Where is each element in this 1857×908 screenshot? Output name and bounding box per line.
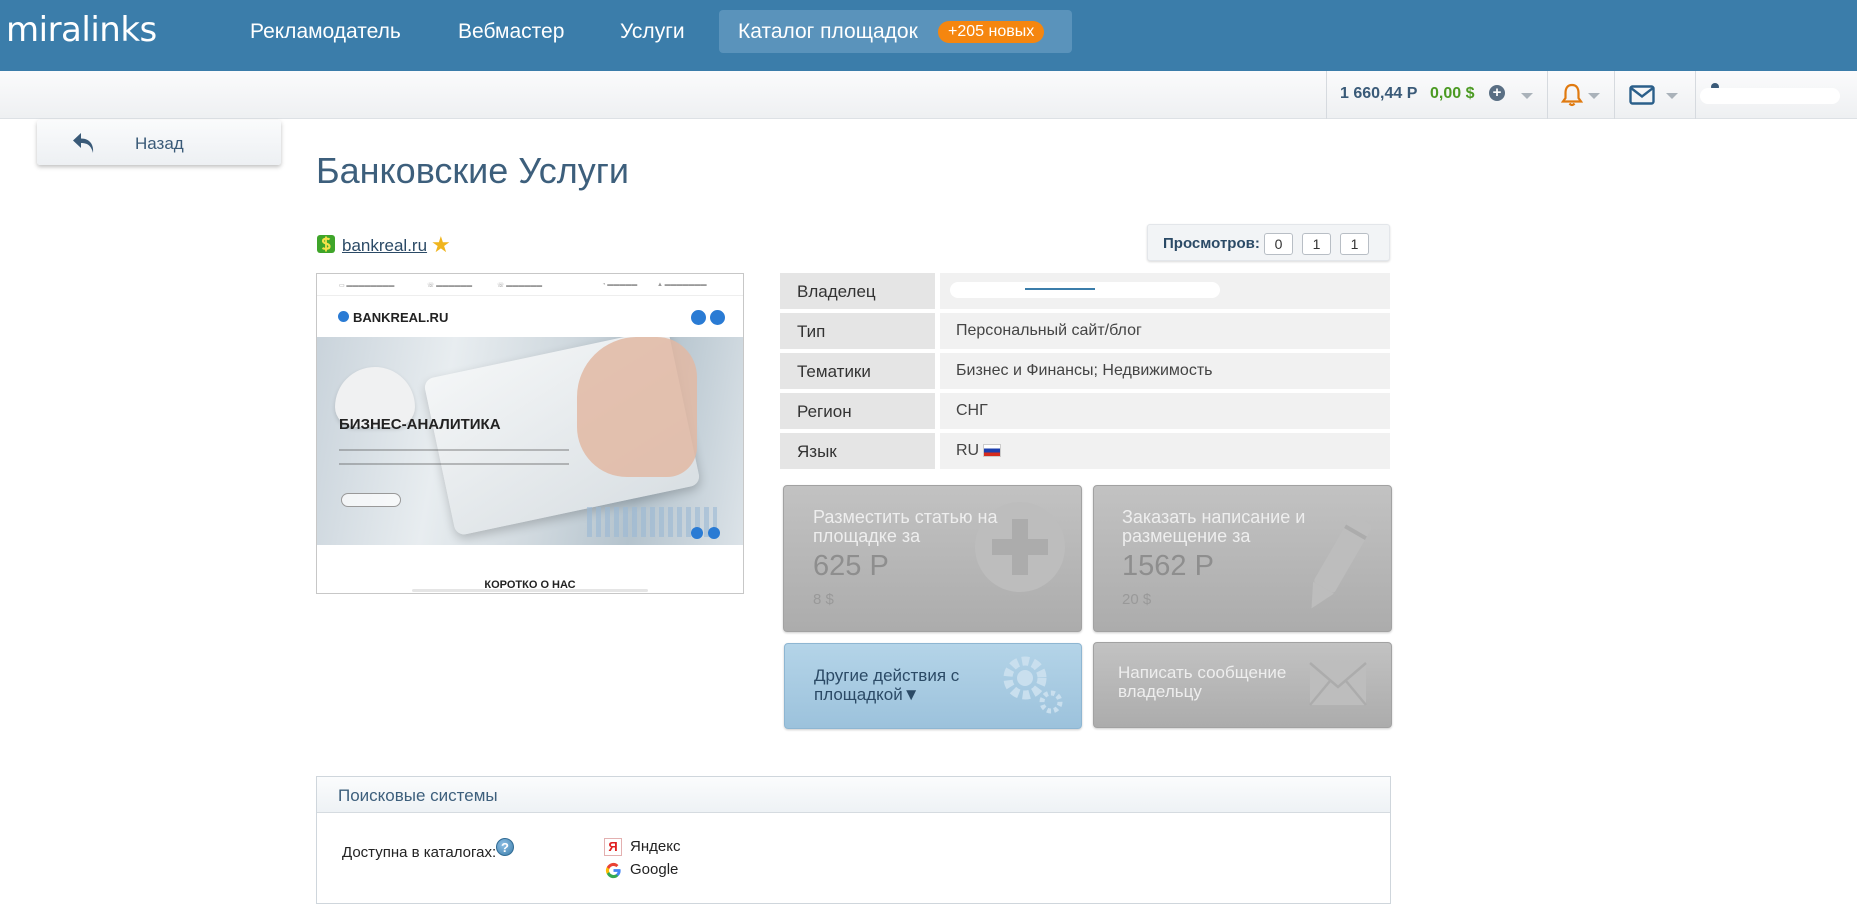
order-writing-tile[interactable]: Заказать написание и размещение за 1562 … <box>1093 485 1392 632</box>
money-icon <box>317 235 335 253</box>
info-row-topics: Тематики Бизнес и Финансы; Недвижимость <box>780 353 1390 389</box>
place-article-price: 625 Р <box>813 550 889 582</box>
top-navigation: miralinks Рекламодатель Вебмастер Услуги… <box>0 0 1857 71</box>
separator <box>1614 71 1615 119</box>
place-article-usd: 8 $ <box>813 591 834 608</box>
chevron-down-icon[interactable] <box>1588 93 1600 99</box>
user-menu[interactable] <box>1700 88 1840 104</box>
other-actions-title: Другие действия с площадкой▼ <box>814 666 960 704</box>
preview-hero: БИЗНЕС-АНАЛИТИКА <box>317 337 743 545</box>
place-article-title: Разместить статью на площадке за <box>813 507 998 546</box>
info-value: Бизнес и Финансы; Недвижимость <box>940 353 1390 389</box>
preview-hero-title: БИЗНЕС-АНАЛИТИКА <box>339 416 501 433</box>
info-key: Язык <box>780 433 935 469</box>
info-key: Тематики <box>780 353 935 389</box>
views-count: 0 <box>1264 233 1293 255</box>
language-code: RU <box>956 442 980 459</box>
order-writing-usd: 20 $ <box>1122 591 1152 608</box>
info-value: СНГ <box>940 393 1390 429</box>
preview-dot <box>708 527 720 539</box>
site-link[interactable]: bankreal.ru <box>342 236 427 256</box>
chevron-down-icon[interactable] <box>1666 93 1678 99</box>
search-engines-heading: Поисковые системы <box>338 786 498 805</box>
info-key: Регион <box>780 393 935 429</box>
page-title: Банковские Услуги <box>316 150 630 191</box>
preview-hand <box>577 337 697 477</box>
views-label: Просмотров: <box>1163 235 1260 252</box>
catalogs-label: Доступна в каталогах: <box>342 844 497 861</box>
views-count: 1 <box>1340 233 1369 255</box>
gears-icon <box>1003 656 1063 714</box>
search-engines-panel: Поисковые системы Доступна в каталогах: … <box>316 776 1391 904</box>
nav-catalog[interactable]: Каталог площадок +205 новых <box>719 10 1072 53</box>
views-counter: Просмотров: 0 1 1 <box>1147 224 1390 261</box>
google-label: Google <box>630 861 679 878</box>
nav-advertiser[interactable]: Рекламодатель <box>250 20 401 44</box>
nav-services[interactable]: Услуги <box>620 20 685 44</box>
logo[interactable]: miralinks <box>6 10 157 50</box>
info-key: Владелец <box>780 273 935 309</box>
separator <box>1326 71 1327 119</box>
preview-hero-button <box>341 493 401 507</box>
yandex-icon: Я <box>604 838 622 856</box>
new-sites-badge: +205 новых <box>938 21 1045 43</box>
info-row-type: Тип Персональный сайт/блог <box>780 313 1390 349</box>
bell-icon[interactable] <box>1561 83 1583 107</box>
info-value: RU <box>940 433 1390 469</box>
balance-rub[interactable]: 1 660,44 Р <box>1340 85 1417 103</box>
back-arrow-icon <box>73 133 94 153</box>
account-bar: 1 660,44 Р 0,00 $ + <box>0 71 1857 119</box>
search-engines-header: Поисковые системы <box>317 777 1390 813</box>
info-value: Персональный сайт/блог <box>940 313 1390 349</box>
info-row-region: Регион СНГ <box>780 393 1390 429</box>
info-value <box>940 273 1390 309</box>
envelope-icon <box>1309 662 1367 706</box>
nav-catalog-label: Каталог площадок <box>738 20 918 43</box>
favorite-star-icon[interactable]: ★ <box>431 232 451 258</box>
back-button-label: Назад <box>135 134 184 153</box>
owner-link[interactable] <box>1025 288 1095 290</box>
flag-ru-icon <box>983 444 1002 457</box>
place-article-tile[interactable]: Разместить статью на площадке за 625 Р 8… <box>783 485 1082 632</box>
info-row-owner: Владелец <box>780 273 1390 309</box>
chevron-down-icon[interactable] <box>1521 93 1533 99</box>
site-screenshot[interactable]: ▭ ▬▬▬▬▬▬▬▬ ☏ ▬▬▬▬▬▬ ☏ ▬▬▬▬▬▬ ◔ ▬▬▬▬▬ ▲ ▬… <box>316 273 744 594</box>
preview-globe-icon <box>338 311 349 322</box>
preview-logo: BANKREAL.RU <box>353 310 449 325</box>
preview-about: КОРОТКО О НАС <box>484 579 576 591</box>
add-funds-icon[interactable]: + <box>1489 85 1505 101</box>
order-writing-title: Заказать написание и размещение за <box>1122 507 1306 546</box>
views-count: 1 <box>1302 233 1331 255</box>
separator <box>1695 71 1696 119</box>
message-owner-tile[interactable]: Написать сообщение владельцу <box>1093 642 1392 728</box>
owner-name[interactable] <box>950 282 1220 298</box>
info-row-language: Язык RU <box>780 433 1390 469</box>
help-icon[interactable]: ? <box>496 838 514 856</box>
preview-search-icon <box>710 310 725 325</box>
separator <box>1547 71 1548 119</box>
yandex-label: Яндекс <box>630 838 681 855</box>
balance-usd[interactable]: 0,00 $ <box>1430 85 1474 103</box>
back-button[interactable]: Назад <box>37 120 281 165</box>
preview-topbar: ▭ ▬▬▬▬▬▬▬▬ ☏ ▬▬▬▬▬▬ ☏ ▬▬▬▬▬▬ ◔ ▬▬▬▬▬ ▲ ▬… <box>317 274 743 296</box>
other-actions-tile[interactable]: Другие действия с площадкой▼ <box>784 643 1082 729</box>
info-key: Тип <box>780 313 935 349</box>
order-writing-price: 1562 Р <box>1122 550 1214 582</box>
nav-webmaster[interactable]: Вебмастер <box>458 20 564 44</box>
preview-hero-text <box>339 449 569 465</box>
mail-icon[interactable] <box>1629 85 1655 105</box>
preview-dot <box>691 527 703 539</box>
google-icon <box>605 862 621 879</box>
preview-menu-icon <box>691 310 706 325</box>
message-owner-title: Написать сообщение владельцу <box>1118 663 1287 701</box>
